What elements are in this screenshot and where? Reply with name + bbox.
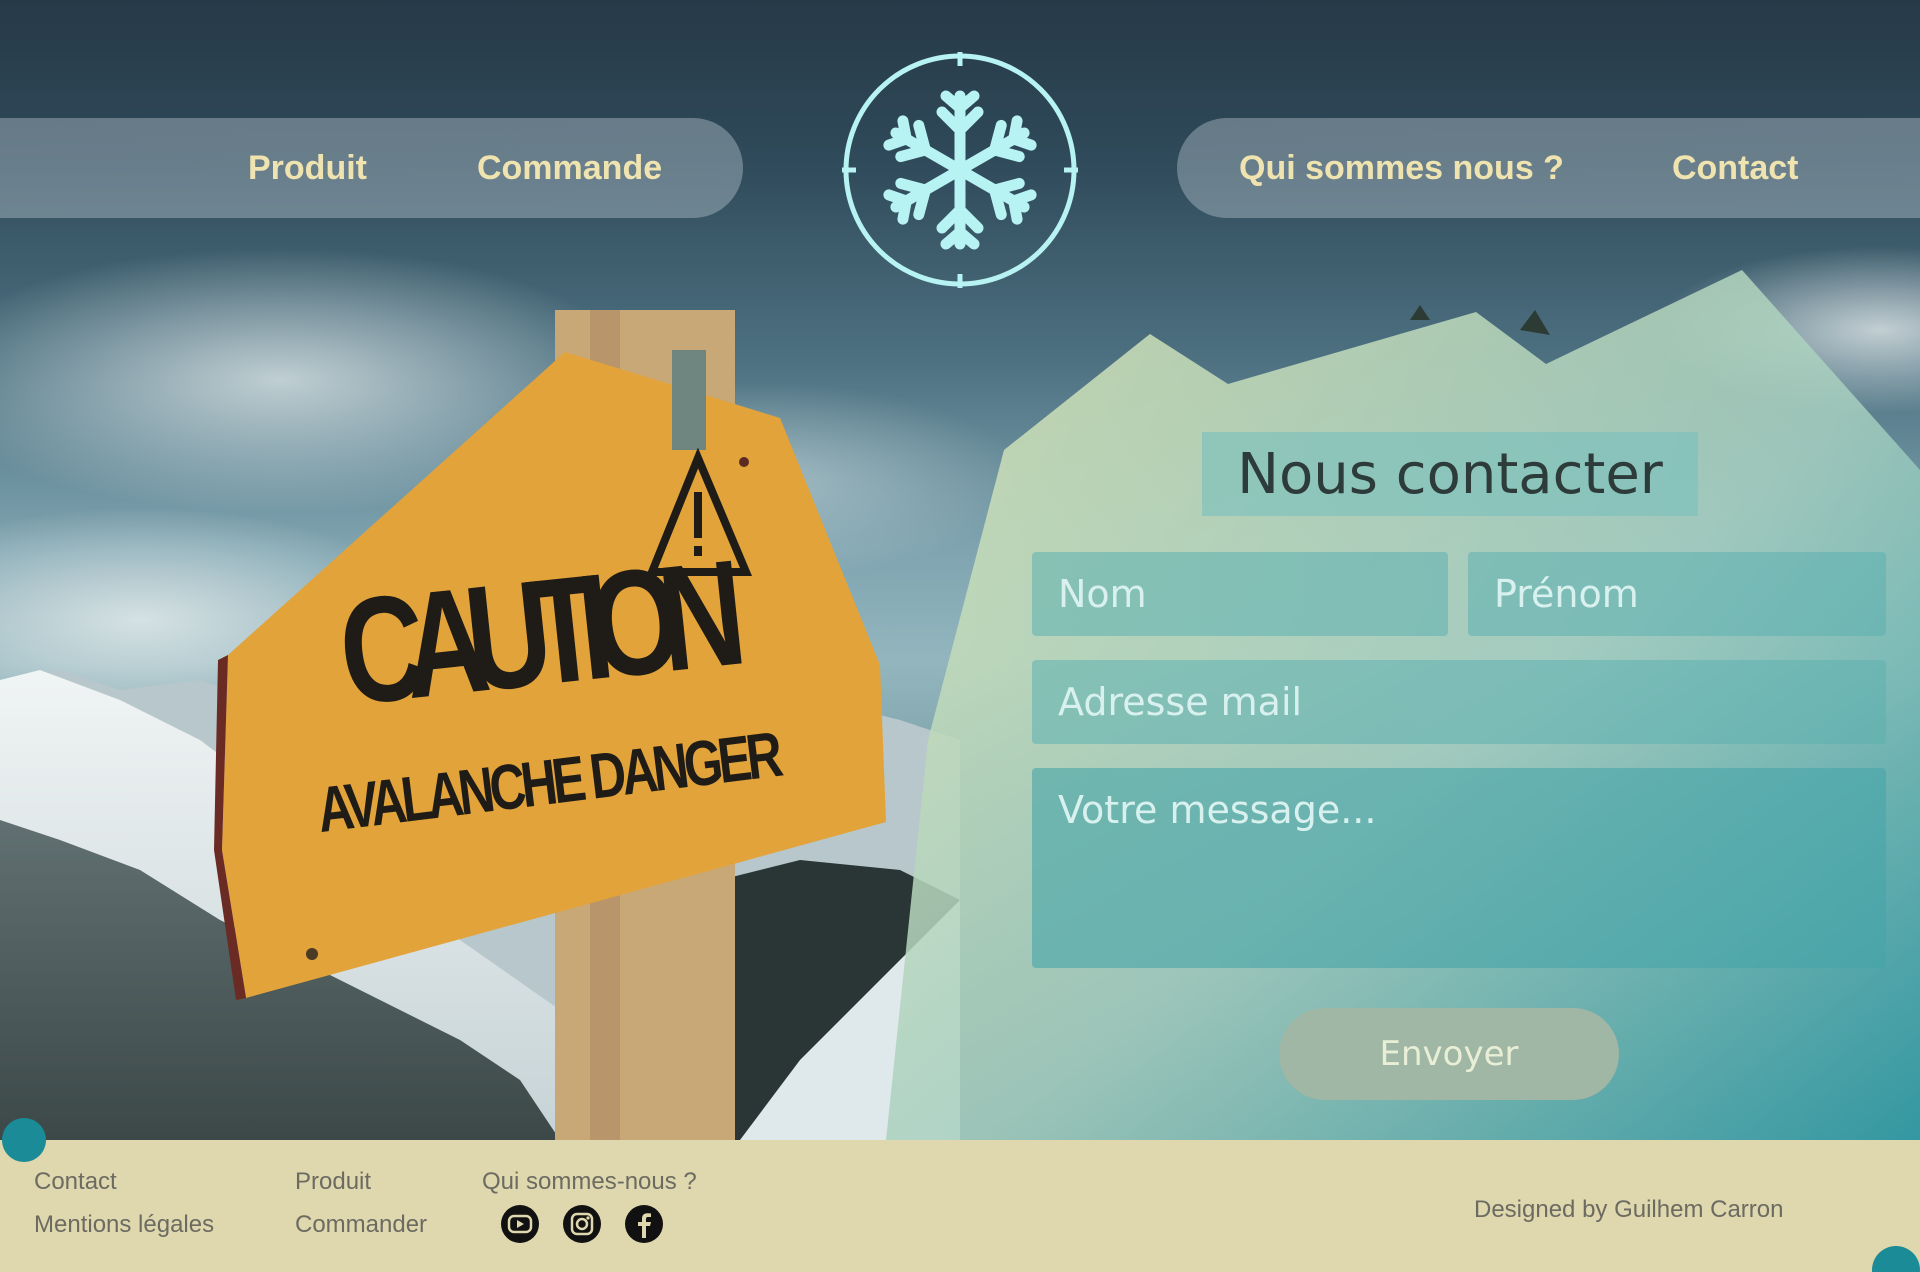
snowflake-logo-icon[interactable] <box>840 50 1080 290</box>
footer-link-qui-sommes-nous[interactable]: Qui sommes-nous ? <box>482 1168 697 1196</box>
footer-link-produit[interactable]: Produit <box>295 1168 371 1196</box>
footer-link-commander[interactable]: Commander <box>295 1211 427 1239</box>
instagram-icon[interactable] <box>562 1204 602 1244</box>
nav-link-contact[interactable]: Contact <box>1672 149 1799 188</box>
nom-input[interactable] <box>1032 552 1448 636</box>
nav-right: Qui sommes nous ? Contact <box>1177 118 1920 218</box>
nav-left: Produit Commande <box>0 118 743 218</box>
facebook-icon[interactable] <box>624 1204 664 1244</box>
prenom-input[interactable] <box>1468 552 1886 636</box>
youtube-icon[interactable] <box>500 1204 540 1244</box>
nav-link-produit[interactable]: Produit <box>248 149 367 188</box>
email-input[interactable] <box>1032 660 1886 744</box>
nav-link-commande[interactable]: Commande <box>477 149 662 188</box>
form-title: Nous contacter <box>1202 432 1698 516</box>
designer-credit: Designed by Guilhem Carron <box>1474 1196 1784 1223</box>
nav-link-qui-sommes-nous[interactable]: Qui sommes nous ? <box>1239 149 1564 188</box>
send-button[interactable]: Envoyer <box>1279 1008 1619 1100</box>
footer-link-mentions-legales[interactable]: Mentions légales <box>34 1211 214 1239</box>
message-textarea[interactable] <box>1032 768 1886 968</box>
footer-link-contact[interactable]: Contact <box>34 1168 117 1196</box>
teal-dot-left <box>2 1118 46 1162</box>
